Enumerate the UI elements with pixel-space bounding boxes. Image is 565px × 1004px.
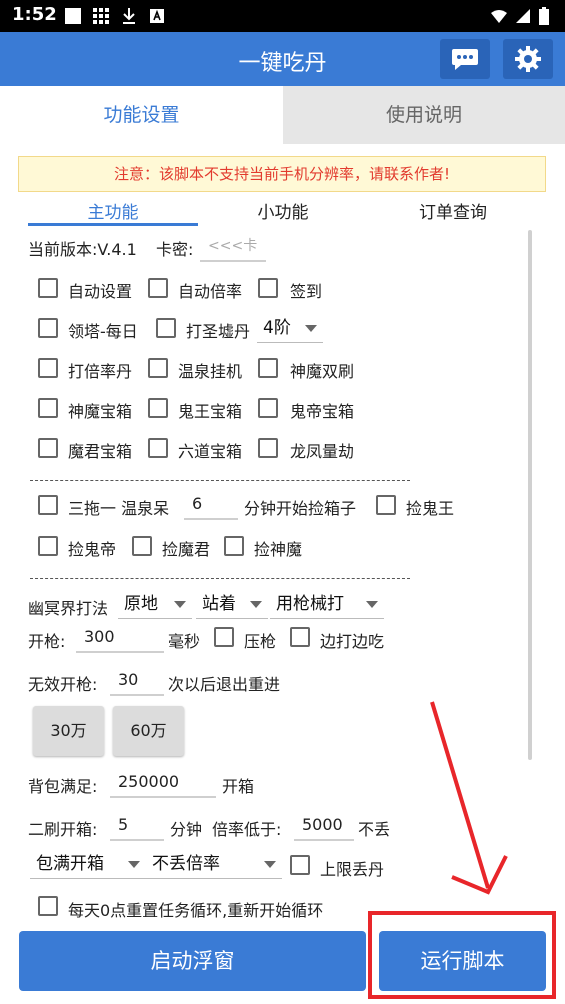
annotation-arrow-icon	[430, 701, 508, 895]
